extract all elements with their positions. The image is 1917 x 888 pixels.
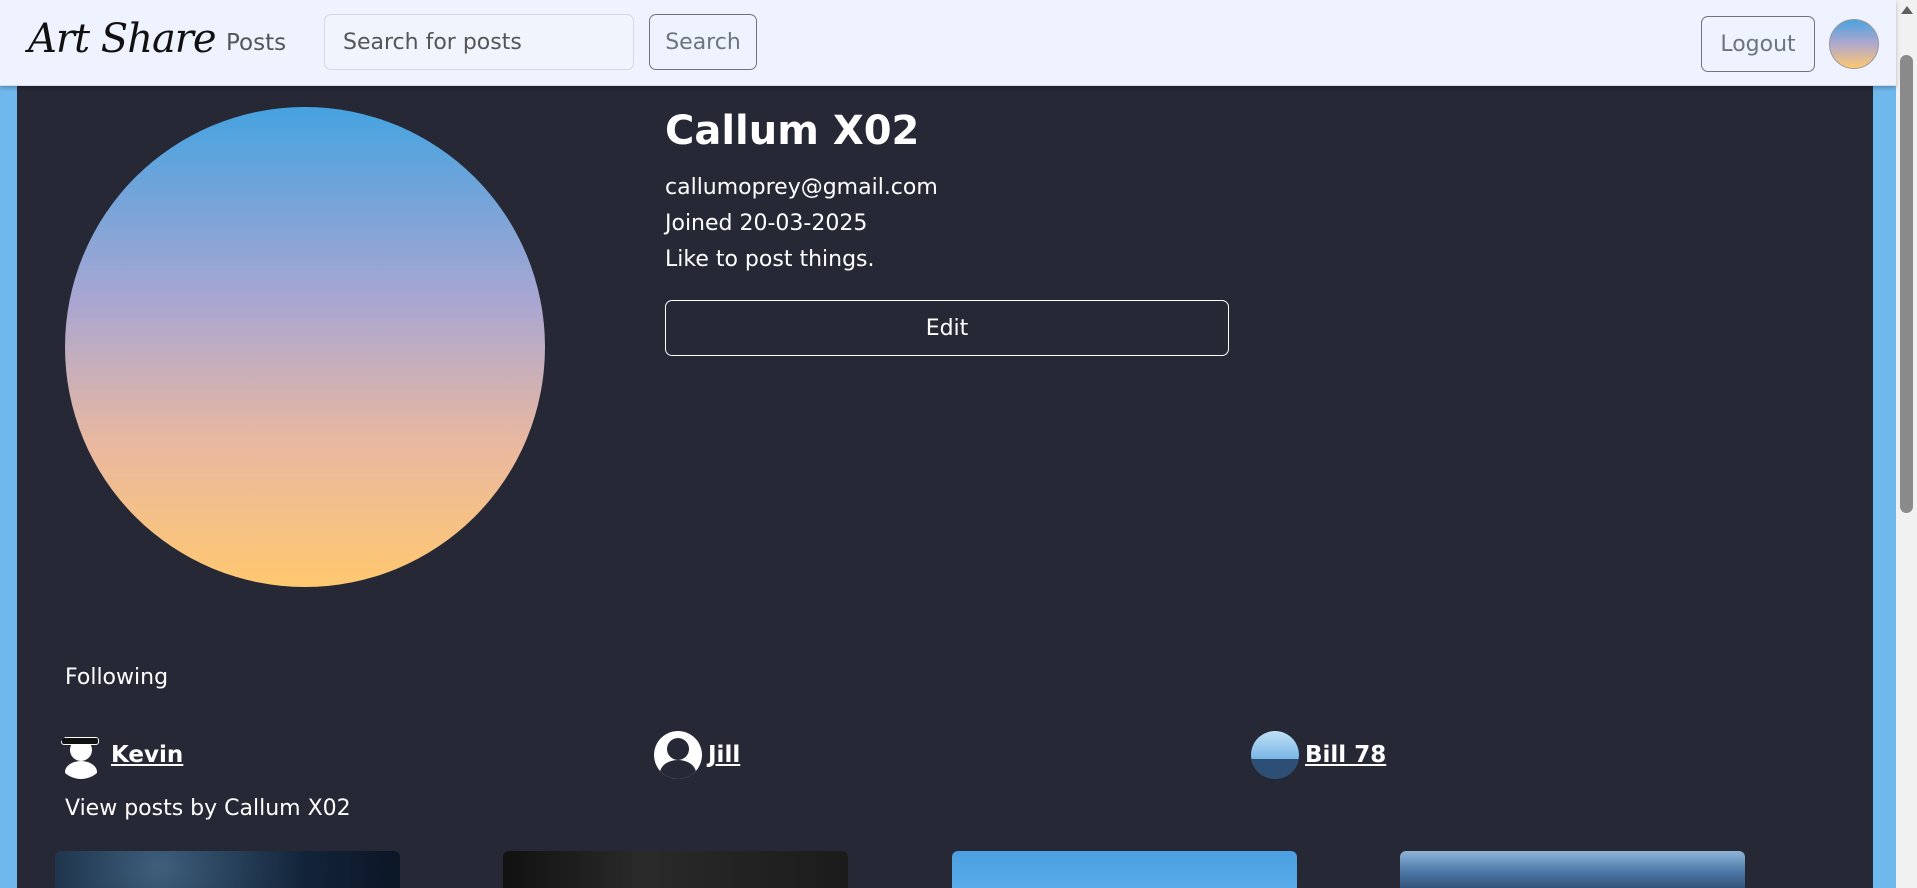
avatar-hat-icon[interactable] [57, 731, 105, 779]
post-thumbnail-cloudy-sky[interactable] [1400, 851, 1745, 888]
post-thumbnail-dark-building[interactable] [503, 851, 848, 888]
profile-email: callumoprey@gmail.com [665, 175, 938, 200]
search-input[interactable] [324, 14, 634, 70]
scrollbar-thumb[interactable] [1900, 55, 1913, 513]
following-link-jill[interactable]: Jill [708, 742, 740, 768]
post-thumbnail-starry-sky[interactable] [55, 851, 400, 888]
nav-link-posts[interactable]: Posts [226, 30, 286, 56]
navbar: Art Share Posts Search Logout [0, 0, 1896, 86]
user-avatar[interactable] [1829, 19, 1879, 69]
profile-picture [65, 107, 545, 587]
page-scrollbar[interactable] [1896, 0, 1917, 888]
posts-heading: View posts by Callum X02 [65, 796, 351, 821]
edit-profile-button[interactable]: Edit [665, 300, 1229, 356]
scroll-up-arrow-icon[interactable] [1901, 6, 1913, 14]
following-link-kevin[interactable]: Kevin [111, 742, 183, 768]
following-item-jill[interactable]: Jill [654, 731, 740, 779]
profile-joined: Joined 20-03-2025 [665, 211, 868, 236]
landscape-avatar[interactable] [1251, 731, 1299, 779]
brand-logo[interactable]: Art Share [28, 16, 217, 62]
following-link-bill[interactable]: Bill 78 [1305, 742, 1386, 768]
profile-main: Callum X02 callumoprey@gmail.com Joined … [17, 0, 1873, 888]
post-thumbnail-blue-sky[interactable] [952, 851, 1297, 888]
following-item-kevin[interactable]: Kevin [57, 731, 183, 779]
following-heading: Following [65, 665, 169, 690]
search-button[interactable]: Search [649, 14, 757, 70]
profile-bio: Like to post things. [665, 247, 875, 272]
following-item-bill[interactable]: Bill 78 [1251, 731, 1386, 779]
profile-name: Callum X02 [665, 108, 920, 154]
logout-button[interactable]: Logout [1701, 16, 1815, 72]
default-user-icon[interactable] [654, 731, 702, 779]
